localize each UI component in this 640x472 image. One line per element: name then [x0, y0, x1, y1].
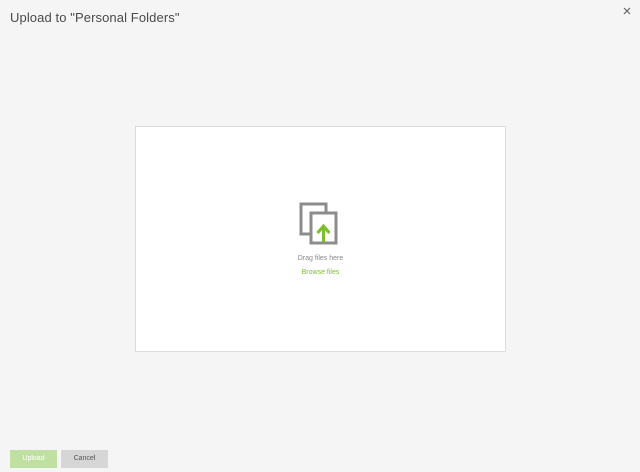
upload-files-icon — [299, 202, 339, 250]
close-icon[interactable] — [622, 3, 632, 15]
file-drop-zone[interactable]: Drag files here Browse files — [135, 126, 506, 352]
upload-dialog: Upload to "Personal Folders" Drag files … — [0, 0, 640, 472]
cancel-button[interactable]: Cancel — [61, 450, 108, 468]
browse-files-link[interactable]: Browse files — [136, 269, 505, 276]
upload-button[interactable]: Upload — [10, 450, 57, 468]
drag-files-hint: Drag files here — [297, 255, 344, 262]
dialog-title: Upload to "Personal Folders" — [10, 10, 180, 25]
